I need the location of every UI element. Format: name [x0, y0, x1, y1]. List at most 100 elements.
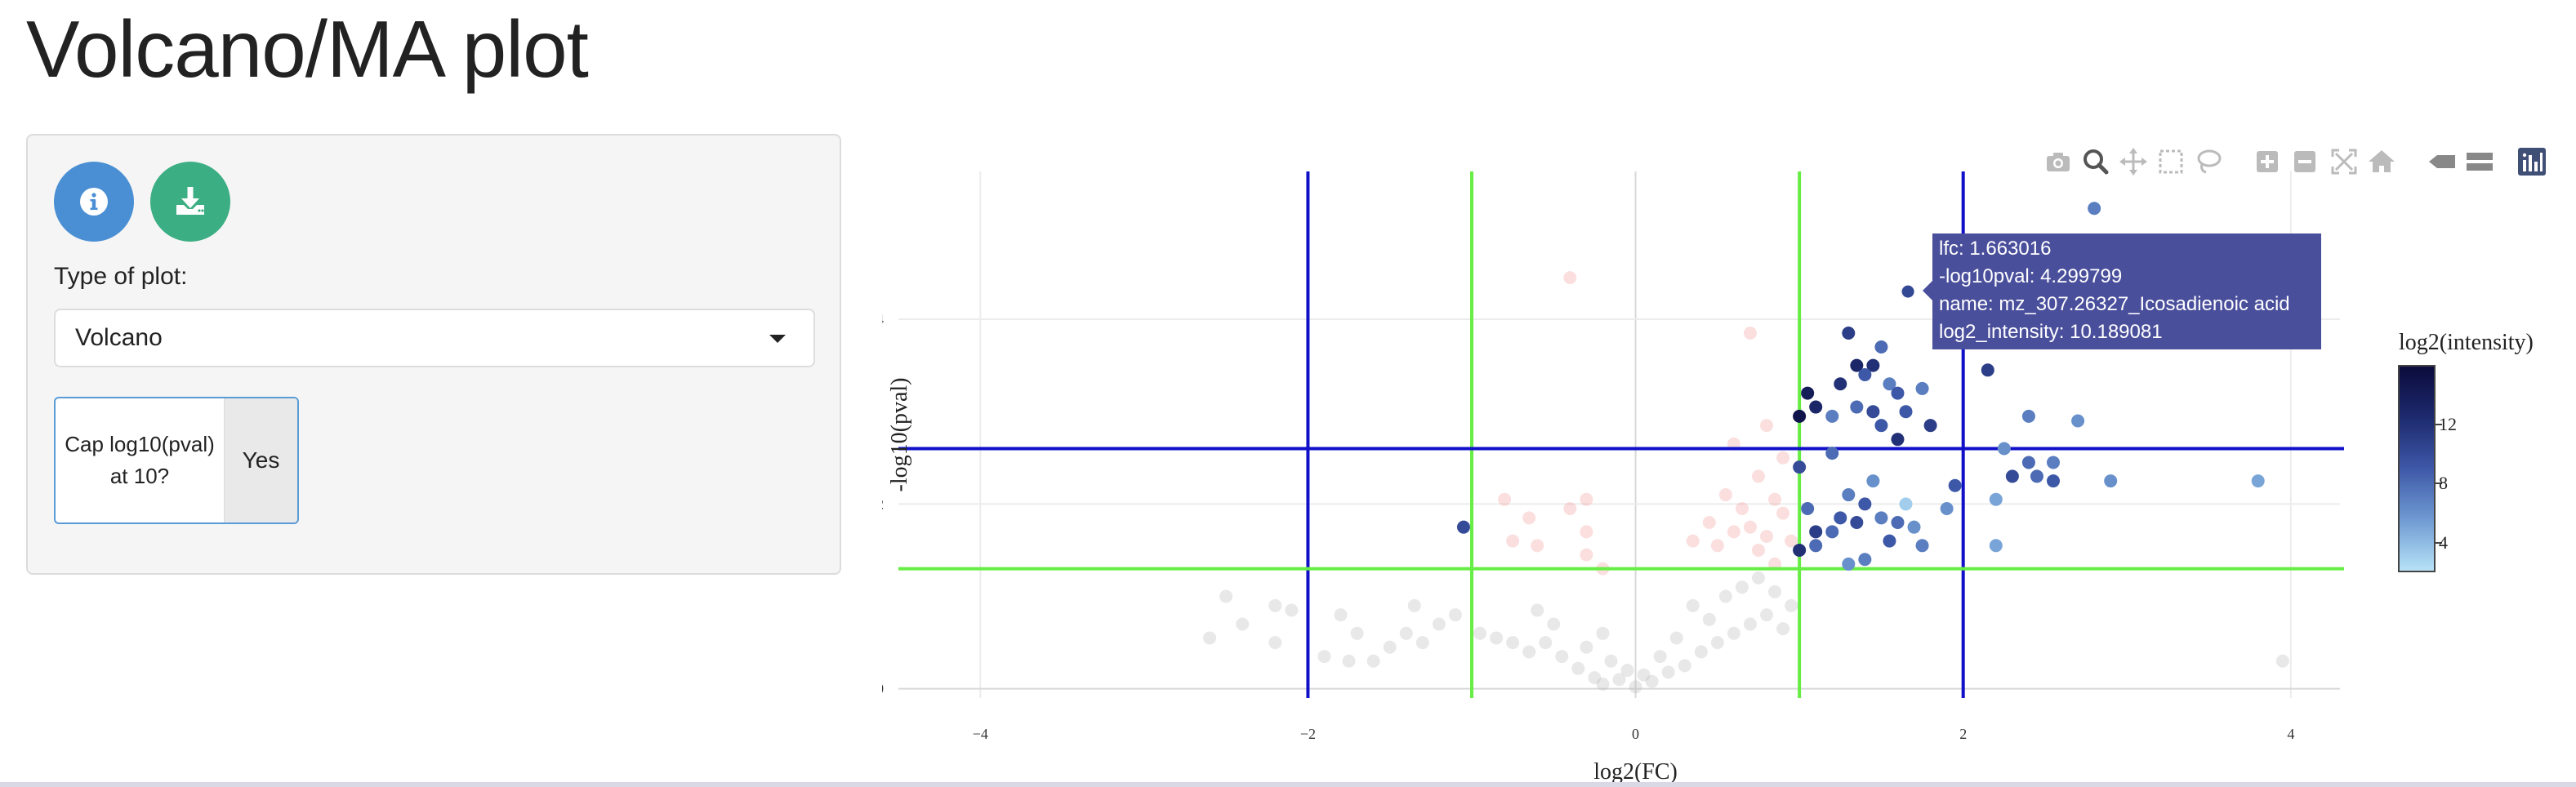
chevron-down-icon	[769, 335, 786, 343]
scatter-point-ns	[1383, 640, 1397, 654]
tooltip-intensity: log2_intensity: 10.189081	[1939, 321, 2163, 343]
scatter-point-up	[1809, 400, 1823, 414]
tooltip-name: name: mz_307.26327_Icosadienoic acid	[1939, 293, 2290, 315]
scatter-point-ns	[1776, 622, 1790, 636]
non-significant-points	[1203, 571, 2289, 694]
scatter-point-ns	[1580, 640, 1593, 654]
scatter-point-ns	[1407, 598, 1421, 612]
scatter-point-ns	[1751, 571, 1765, 585]
scatter-point-ns	[1219, 589, 1233, 603]
scatter-point-ns	[1539, 636, 1553, 650]
scatter-point-ns	[1629, 680, 1642, 694]
controls-panel: Type of plot: Volcano Cap log10(pval) at…	[26, 134, 841, 575]
scatter-point-down	[1760, 419, 1774, 433]
hover-tooltip: lfc: 1.663016 -log10pval: 4.299799 name:…	[1923, 233, 2321, 349]
scatter-point-up	[1866, 474, 1880, 488]
plot-type-select[interactable]: Volcano	[54, 309, 815, 367]
plotly-logo-icon[interactable]	[2516, 145, 2548, 178]
scatter-point-down	[1686, 534, 1700, 548]
scatter-point-ns	[1432, 617, 1446, 631]
scatter-point-ns	[1785, 598, 1798, 612]
spike-lines-icon[interactable]	[2426, 145, 2458, 178]
scatter-point-up	[1858, 553, 1872, 567]
scatter-point-ns	[1596, 626, 1610, 640]
scatter-point-down	[1498, 492, 1512, 506]
scatter-point-up	[1866, 405, 1880, 419]
scatter-point-up	[1940, 502, 1954, 516]
scatter-point-up	[1456, 520, 1470, 534]
y-axis-title: -log10(pval)	[887, 378, 912, 492]
scatter-point-up	[2047, 456, 2061, 469]
scatter-point-up	[1899, 497, 1913, 511]
scatter-point-down	[1776, 451, 1790, 465]
scatter-point-ns	[1768, 585, 1782, 598]
compare-hover-icon[interactable]	[2463, 145, 2496, 178]
scatter-point-down	[1580, 548, 1593, 562]
scatter-point-up	[2021, 456, 2035, 469]
scatter-point-ns	[1342, 654, 1356, 668]
scatter-point-up	[1825, 447, 1839, 460]
scatter-point-down	[1751, 543, 1765, 557]
scatter-point-ns	[1522, 645, 1536, 659]
scatter-point-down	[1702, 516, 1716, 529]
scatter-point-up	[2021, 409, 2035, 423]
scatter-point-ns	[1448, 608, 1462, 622]
scatter-point-up	[1850, 400, 1864, 414]
scatter-point-ns	[1710, 636, 1724, 650]
scatter-point-highlighted	[1901, 284, 1915, 299]
scatter-point-up	[2088, 202, 2101, 216]
scatter-point-up	[1858, 367, 1872, 381]
scatter-point-up	[1809, 525, 1823, 539]
scatter-point-up	[2071, 414, 2085, 428]
scatter-point-ns	[1268, 598, 1282, 612]
scatter-point-up	[1948, 478, 1962, 492]
scatter-point-down	[1743, 520, 1757, 534]
scatter-point-ns	[1588, 671, 1602, 685]
scatter-point-up	[1793, 460, 1807, 474]
colorbar-tick-label: 4	[2439, 531, 2448, 553]
scatter-point-down	[1522, 511, 1536, 525]
scatter-point-down	[1768, 492, 1782, 506]
scatter-point-down	[1735, 502, 1749, 516]
scatter-point-ns	[1702, 612, 1716, 626]
x-tick-label: 0	[1632, 726, 1639, 742]
scatter-point-up	[1883, 534, 1896, 548]
scatter-point-ns	[1285, 603, 1299, 617]
colorbar-tick-label: 8	[2439, 473, 2448, 494]
scatter-point-up	[1858, 497, 1872, 511]
info-button[interactable]	[54, 162, 134, 242]
cap-toggle-label: Cap log10(pval) at 10?	[65, 432, 215, 488]
cap-toggle-yes[interactable]: Yes	[224, 398, 297, 522]
scatter-point-ns	[1506, 636, 1520, 650]
scatter-point-up	[1842, 488, 1856, 502]
scatter-point-ns	[1669, 631, 1683, 645]
x-tick-label: −4	[973, 726, 988, 742]
download-icon	[176, 187, 204, 215]
scatter-point-ns	[1203, 631, 1217, 645]
colorbar-title: log2(intensity)	[2399, 330, 2534, 355]
y-tick-label: 4	[882, 311, 884, 327]
scatter-point-down	[1531, 539, 1544, 553]
scatter-point-ns	[1490, 631, 1504, 645]
x-tick-label: 2	[1959, 726, 1967, 742]
scatter-point-ns	[1653, 650, 1667, 664]
scatter-point-up	[1793, 409, 1807, 423]
scatter-point-up	[1923, 419, 1937, 433]
download-button[interactable]	[150, 162, 230, 242]
scatter-point-up	[1891, 516, 1905, 529]
scatter-point-up	[1842, 557, 1856, 571]
scatter-point-ns	[1473, 626, 1487, 640]
scatter-point-down	[1751, 469, 1765, 483]
scatter-point-up	[2047, 474, 2061, 488]
scatter-point-ns	[1743, 617, 1757, 631]
scatter-point-up	[1834, 377, 1847, 391]
tooltip-pval: -log10pval: 4.299799	[1939, 265, 2123, 287]
scatter-point-ns	[1555, 650, 1569, 664]
window-bottom-border	[0, 782, 2576, 787]
y-tick-label: 2	[882, 496, 884, 512]
cap-log10-toggle[interactable]: Cap log10(pval) at 10? Yes	[54, 397, 299, 524]
scatter-point-up	[1825, 409, 1839, 423]
scatter-point-ns	[1366, 654, 1380, 668]
scatter-point-up	[1915, 381, 1929, 395]
scatter-point-up	[1989, 539, 2003, 553]
